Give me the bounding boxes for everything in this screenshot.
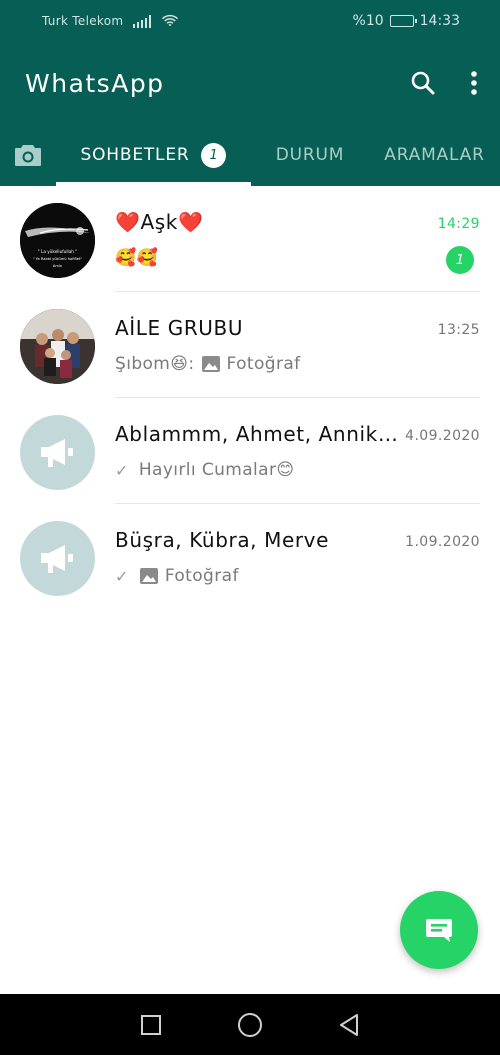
more-vert-icon[interactable] xyxy=(470,70,478,96)
chat-preview-text: Fotoğraf xyxy=(226,354,301,374)
check-icon: ✓ xyxy=(115,460,129,480)
chat-main: AİLE GRUBU 13:25 Şıbom😆: Fotoğraf xyxy=(115,292,480,398)
broadcast-icon xyxy=(40,544,73,573)
chat-preview-text: Fotoğraf xyxy=(164,566,239,586)
tab-bar: SOHBETLER 1 DURUM ARAMALAR xyxy=(0,124,500,186)
new-chat-button[interactable] xyxy=(400,891,478,969)
tab-sohbetler[interactable]: SOHBETLER 1 xyxy=(56,124,251,186)
chat-row-aile-grubu[interactable]: AİLE GRUBU 13:25 Şıbom😆: Fotoğraf xyxy=(0,292,500,398)
tab-durum-label: DURUM xyxy=(275,145,345,165)
chat-preview: ✓ Fotoğraf xyxy=(115,566,239,586)
avatar[interactable] xyxy=(20,415,95,490)
chat-preview: 🥰🥰 xyxy=(115,248,158,268)
chat-time: 14:29 xyxy=(437,216,480,232)
chat-row-busra[interactable]: Büşra, Kübra, Merve 1.09.2020 ✓ Fotoğraf xyxy=(0,504,500,610)
chat-name: Ablammm, Ahmet, Annik, ... xyxy=(115,422,400,446)
chat-main: ❤️Aşk❤️ 14:29 🥰🥰 1 xyxy=(115,186,480,292)
message-icon xyxy=(426,919,452,942)
status-left: Turk Telekom xyxy=(42,14,179,28)
app-bar: WhatsApp xyxy=(0,42,500,124)
chat-preview: ✓ Hayırlı Cumalar😊 xyxy=(115,460,295,480)
photo-icon xyxy=(201,355,221,373)
unread-count-badge: 1 xyxy=(446,246,474,274)
signal-icon xyxy=(133,14,152,28)
tab-aramalar[interactable]: ARAMALAR xyxy=(369,124,500,186)
app-actions xyxy=(410,70,478,96)
avatar-text-3: Amin xyxy=(53,264,62,268)
avatar[interactable] xyxy=(20,521,95,596)
tab-durum[interactable]: DURUM xyxy=(251,124,369,186)
chat-list: " La yükellufullah " " Ya Rabbi yükümü h… xyxy=(0,186,500,610)
back-button[interactable] xyxy=(338,1013,360,1037)
recent-apps-button[interactable] xyxy=(140,1014,162,1036)
chat-row-ask[interactable]: " La yükellufullah " " Ya Rabbi yükümü h… xyxy=(0,186,500,292)
tab-camera[interactable] xyxy=(0,124,56,186)
battery-icon xyxy=(389,15,417,27)
chat-time: 4.09.2020 xyxy=(405,428,480,444)
camera-icon xyxy=(15,145,41,166)
avatar-text-2: " Ya Rabbi yükümü hafiflet" xyxy=(33,257,82,261)
tab-sohbetler-label: SOHBETLER xyxy=(80,145,190,165)
system-nav-bar xyxy=(0,994,500,1055)
chat-name: ❤️Aşk❤️ xyxy=(115,210,204,234)
carrier-name: Turk Telekom xyxy=(42,14,124,28)
photo-icon xyxy=(139,567,159,585)
tab-unread-badge: 1 xyxy=(201,142,227,168)
check-icon: ✓ xyxy=(115,566,129,586)
avatar-text-1: " La yükellufullah " xyxy=(38,249,77,254)
chat-preview-text: Hayırlı Cumalar😊 xyxy=(138,460,295,480)
chat-main: Büşra, Kübra, Merve 1.09.2020 ✓ Fotoğraf xyxy=(115,504,480,610)
chat-name: AİLE GRUBU xyxy=(115,316,244,340)
avatar[interactable] xyxy=(20,309,95,384)
chat-preview: Şıbom😆: Fotoğraf xyxy=(115,354,301,374)
chat-time: 13:25 xyxy=(437,322,480,338)
chat-name: Büşra, Kübra, Merve xyxy=(115,528,330,552)
clock: 14:33 xyxy=(419,13,460,29)
chat-row-ablammm[interactable]: Ablammm, Ahmet, Annik, ... 4.09.2020 ✓ H… xyxy=(0,398,500,504)
chat-main: Ablammm, Ahmet, Annik, ... 4.09.2020 ✓ H… xyxy=(115,398,480,504)
status-bar: Turk Telekom %10 14:33 xyxy=(0,0,500,42)
home-button[interactable] xyxy=(237,1012,263,1038)
app-title: WhatsApp xyxy=(25,68,165,98)
search-icon[interactable] xyxy=(410,70,436,96)
tab-aramalar-label: ARAMALAR xyxy=(384,145,485,165)
broadcast-icon xyxy=(40,438,73,467)
chat-preview-text: 🥰🥰 xyxy=(115,248,159,268)
status-right: %10 14:33 xyxy=(353,13,460,29)
chat-preview-sender: Şıbom😆: xyxy=(115,354,195,374)
chat-time: 1.09.2020 xyxy=(405,534,480,550)
wifi-icon xyxy=(162,14,179,27)
battery-percent: %10 xyxy=(352,13,384,29)
avatar[interactable]: " La yükellufullah " " Ya Rabbi yükümü h… xyxy=(20,203,95,278)
